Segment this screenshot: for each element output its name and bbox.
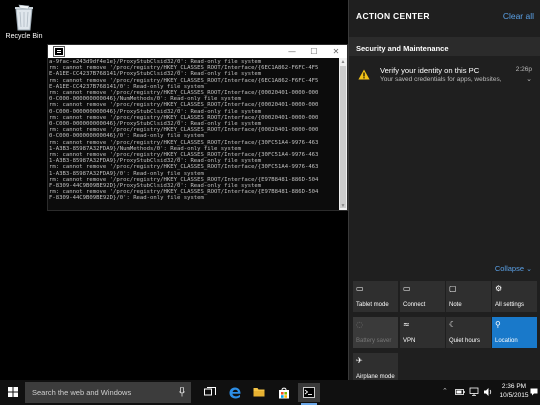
task-view-button[interactable] [199, 383, 221, 402]
minimize-button[interactable]: — [281, 45, 303, 58]
tile-location[interactable]: ⚲ Location [492, 317, 537, 348]
console-line: rm: cannot remove '/proc/registry/HKEY_C… [49, 139, 319, 146]
console-titlebar[interactable]: — ☐ ✕ [48, 45, 347, 58]
vpn-icon: ≈ [403, 320, 410, 329]
scroll-up-icon[interactable]: ▲ [340, 59, 346, 65]
warning-icon [358, 67, 370, 80]
edge-icon [229, 387, 241, 399]
action-center-panel: ACTION CENTER Clear all Security and Mai… [348, 0, 540, 384]
notification-title: Verify your identity on this PC [380, 66, 480, 75]
tile-label: Note [449, 302, 462, 308]
desktop: Recycle Bin — ☐ ✕ a-9fac-e243d9df4e1e}/P… [0, 0, 348, 380]
action-center-icon[interactable] [530, 388, 538, 396]
network-icon[interactable] [469, 387, 479, 397]
console-output[interactable]: a-9fac-e243d9df4e1e}/ProxyStubClsid32/0'… [48, 58, 340, 210]
note-icon: ▢ [449, 284, 457, 293]
tile-tablet-mode[interactable]: ▭ Tablet mode [353, 281, 398, 312]
tile-label: VPN [403, 338, 416, 344]
chevron-down-icon[interactable]: ⌄ [526, 75, 532, 83]
console-line: rm: cannot remove '/proc/registry/HKEY_C… [49, 77, 319, 84]
start-button[interactable] [0, 380, 25, 405]
console-line: rm: cannot remove '/proc/registry/HKEY_C… [49, 102, 319, 109]
tile-all-settings[interactable]: ⚙ All settings [492, 281, 537, 312]
notification-text: Your saved credentials for apps, website… [380, 76, 502, 83]
file-explorer-button[interactable] [248, 383, 270, 402]
windows-logo-icon [8, 387, 18, 397]
tile-label: Quiet hours [449, 338, 481, 344]
clock-time: 2:36 PM [501, 383, 527, 390]
maximize-button[interactable]: ☐ [303, 45, 325, 58]
scroll-thumb[interactable] [340, 66, 346, 208]
microphone-icon[interactable] [179, 387, 185, 397]
scroll-down-icon[interactable]: ▼ [340, 203, 346, 209]
chevron-down-icon: ⌄ [526, 265, 532, 273]
clock[interactable]: 2:36 PM 10/5/2015 [498, 383, 530, 399]
tile-battery-saver[interactable]: ◌ Battery saver [353, 317, 398, 348]
connect-icon: ▭ [403, 284, 411, 293]
console-window[interactable]: — ☐ ✕ a-9fac-e243d9df4e1e}/ProxyStubClsi… [47, 44, 348, 211]
moon-icon: ☾ [449, 320, 457, 329]
notification-time: 2:26p [515, 66, 532, 73]
airplane-icon: ✈ [356, 356, 363, 365]
tile-label: Tablet mode [356, 302, 389, 308]
window-controls: — ☐ ✕ [281, 45, 347, 58]
edge-button[interactable] [224, 383, 246, 402]
tablet-mode-icon: ▭ [356, 284, 364, 293]
show-hidden-icons[interactable]: ⌃ [442, 387, 448, 395]
console-taskbar-button[interactable] [298, 383, 320, 405]
console-line: F-8309-44C9B09BE92D}/0': Read-only file … [49, 195, 204, 202]
tile-label: All settings [495, 302, 525, 308]
tile-label: Location [495, 338, 518, 344]
tile-vpn[interactable]: ≈ VPN [400, 317, 445, 348]
close-button[interactable]: ✕ [325, 45, 347, 58]
notification-group-header[interactable]: Security and Maintenance [349, 37, 540, 56]
notification-item[interactable]: Verify your identity on this PC 2:26p Yo… [349, 58, 540, 94]
collapse-label: Collapse [494, 264, 525, 273]
battery-saver-icon: ◌ [356, 320, 363, 329]
task-view-icon [204, 387, 216, 396]
battery-icon[interactable] [455, 387, 465, 397]
tile-quiet-hours[interactable]: ☾ Quiet hours [446, 317, 491, 348]
tile-note[interactable]: ▢ Note [446, 281, 491, 312]
tile-label: Battery saver [356, 338, 392, 344]
taskbar: Search the web and Windows ⌃ 2:36 PM 10/… [0, 380, 540, 405]
settings-icon: ⚙ [495, 284, 503, 293]
console-scrollbar[interactable]: ▲ ▼ [339, 58, 347, 210]
console-icon [303, 387, 315, 398]
volume-icon[interactable] [483, 387, 493, 397]
recycle-bin[interactable]: Recycle Bin [4, 3, 44, 40]
clock-date: 10/5/2015 [499, 392, 529, 399]
search-placeholder: Search the web and Windows [32, 388, 132, 397]
folder-icon [253, 388, 265, 397]
action-center-title: ACTION CENTER [356, 11, 430, 21]
collapse-link[interactable]: Collapse ⌄ [495, 264, 532, 273]
recycle-bin-label: Recycle Bin [5, 33, 43, 40]
tile-label: Connect [403, 302, 426, 308]
search-box[interactable]: Search the web and Windows [25, 382, 191, 403]
console-app-icon [53, 46, 65, 57]
store-icon [279, 387, 289, 399]
recycle-bin-icon [11, 3, 37, 31]
tile-connect[interactable]: ▭ Connect [400, 281, 445, 312]
store-button[interactable] [273, 383, 295, 402]
location-icon: ⚲ [495, 320, 501, 329]
clear-all-link[interactable]: Clear all [503, 11, 534, 21]
console-line: rm: cannot remove '/proc/registry/HKEY_C… [49, 164, 319, 171]
